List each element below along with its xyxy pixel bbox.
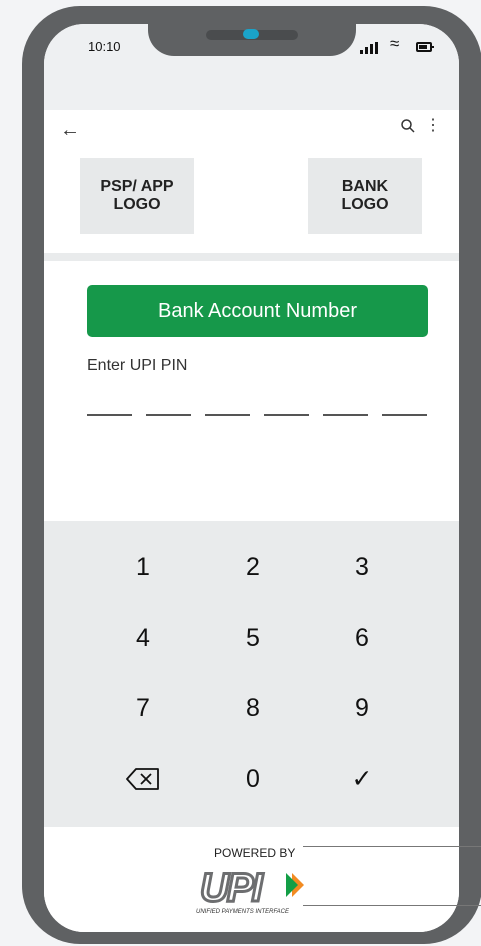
key-2[interactable]: 2 — [218, 545, 288, 589]
section-divider — [44, 253, 459, 261]
backspace-key[interactable] — [108, 757, 178, 801]
search-icon[interactable] — [401, 119, 415, 133]
pin-digit-slot — [382, 414, 427, 416]
bank-logo-line2: LOGO — [341, 196, 389, 213]
key-5[interactable]: 5 — [218, 616, 288, 660]
status-bar: 10:10 ≈ — [44, 24, 459, 110]
signal-icon — [360, 42, 378, 54]
key-8[interactable]: 8 — [218, 686, 288, 730]
upi-logo-text: UPI — [200, 866, 264, 907]
confirm-key[interactable]: ✓ — [327, 757, 397, 801]
camera-dot — [243, 29, 259, 39]
psp-logo-line2: LOGO — [113, 196, 161, 213]
phone-screen: 10:10 ≈ ← ⋮ PSP/ APP LOGO BANK LOGO Bank… — [44, 24, 459, 932]
key-3[interactable]: 3 — [327, 545, 397, 589]
psp-app-logo: PSP/ APP LOGO — [80, 158, 194, 234]
pin-digit-slot — [205, 414, 250, 416]
backspace-icon — [126, 768, 159, 790]
guide-line-bottom — [303, 905, 481, 906]
pin-label: Enter UPI PIN — [87, 357, 188, 374]
app-header: ← ⋮ PSP/ APP LOGO BANK LOGO — [44, 110, 459, 260]
guide-line-top — [303, 846, 481, 847]
key-0[interactable]: 0 — [218, 757, 288, 801]
key-1[interactable]: 1 — [108, 545, 178, 589]
numeric-keypad: 1 2 3 4 5 6 7 8 9 0 ✓ — [44, 521, 459, 827]
pin-digit-slot — [264, 414, 309, 416]
pin-digit-slot — [87, 414, 132, 416]
upi-tagline: UNIFIED PAYMENTS INTERFACE — [196, 909, 290, 915]
key-6[interactable]: 6 — [327, 616, 397, 660]
pin-digit-slot — [146, 414, 191, 416]
stage: 10:10 ≈ ← ⋮ PSP/ APP LOGO BANK LOGO Bank… — [0, 0, 481, 946]
battery-icon — [416, 42, 434, 52]
wifi-icon: ≈ — [390, 34, 400, 53]
bank-logo-line1: BANK — [341, 178, 389, 195]
pin-input[interactable] — [87, 414, 427, 416]
bank-logo: BANK LOGO — [308, 158, 422, 234]
key-7[interactable]: 7 — [108, 686, 178, 730]
key-9[interactable]: 9 — [327, 686, 397, 730]
upi-logo: UPI — [199, 865, 304, 907]
back-arrow-icon[interactable]: ← — [60, 119, 80, 142]
pin-digit-slot — [323, 414, 368, 416]
status-time: 10:10 — [88, 39, 121, 54]
key-4[interactable]: 4 — [108, 616, 178, 660]
psp-logo-line1: PSP/ APP — [100, 178, 174, 195]
more-options-icon[interactable]: ⋮ — [425, 118, 441, 134]
powered-by-label: POWERED BY — [214, 846, 296, 860]
footer: POWERED BY UPI UNIFIED PAYMENTS INTERFAC… — [44, 827, 459, 932]
bank-account-button[interactable]: Bank Account Number — [87, 285, 428, 337]
